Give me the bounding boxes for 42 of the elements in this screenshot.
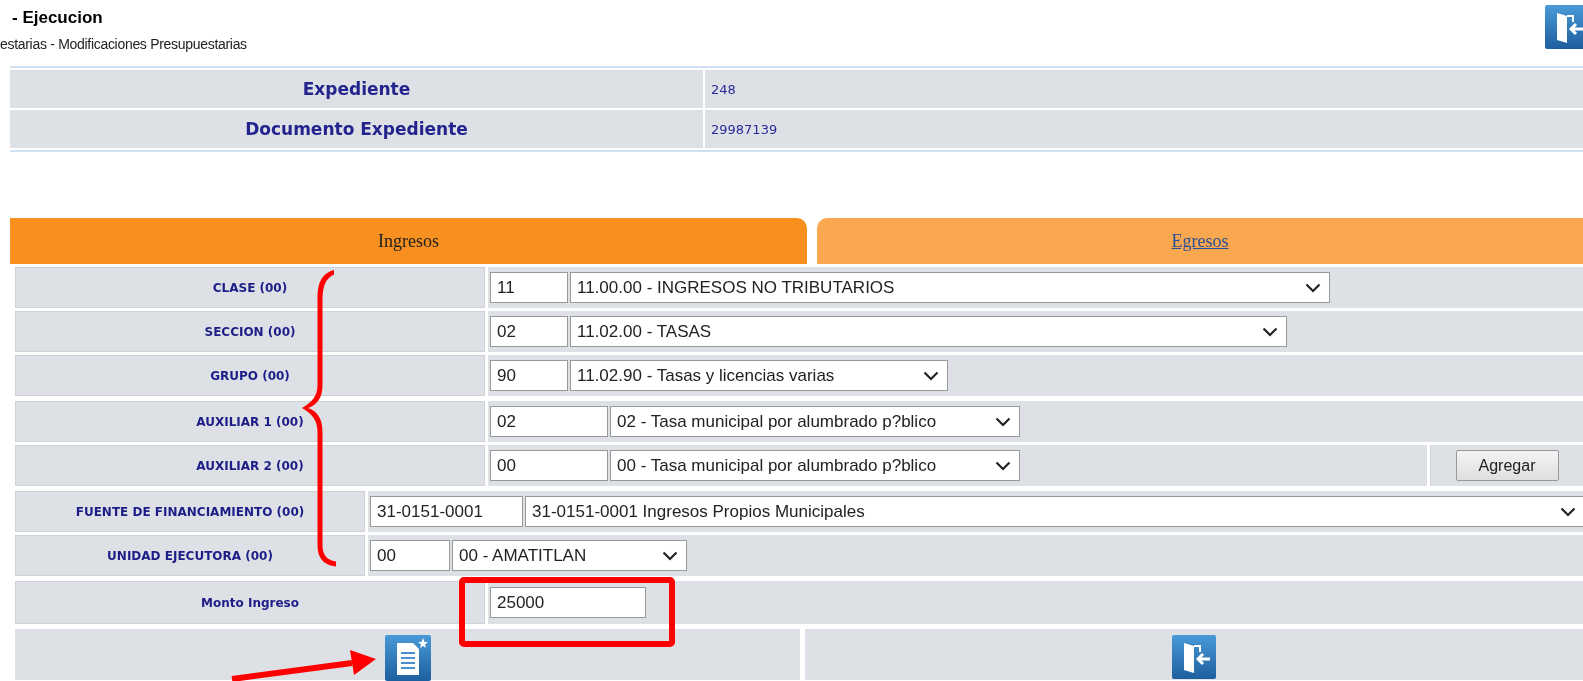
code-field[interactable]: 90 bbox=[490, 360, 568, 391]
dropdown[interactable]: 31-0151-0001 Ingresos Propios Municipales bbox=[525, 496, 1583, 527]
chevron-down-icon bbox=[1262, 326, 1278, 337]
field-label: Documento Expediente bbox=[10, 110, 703, 148]
code-field[interactable]: 00 bbox=[490, 450, 608, 481]
dropdown[interactable]: 00 - Tasa municipal por alumbrado p?blico bbox=[610, 450, 1020, 481]
chevron-down-icon bbox=[1560, 506, 1576, 517]
field-label: AUXILIAR 2 (00) bbox=[15, 445, 485, 486]
field-label: GRUPO (00) bbox=[15, 355, 485, 396]
field-value: 29987139 bbox=[705, 110, 1583, 148]
field-label: FUENTE DE FINANCIAMIENTO (00) bbox=[15, 491, 365, 532]
chevron-down-icon bbox=[995, 416, 1011, 427]
code-field[interactable]: 02 bbox=[490, 406, 608, 437]
code-field[interactable]: 31-0151-0001 bbox=[370, 496, 523, 527]
field-label: Expediente bbox=[10, 70, 703, 108]
dropdown[interactable]: 11.02.90 - Tasas y licencias varias bbox=[570, 360, 948, 391]
tab[interactable]: Ingresos bbox=[10, 218, 807, 264]
field-label: AUXILIAR 1 (00) bbox=[15, 401, 485, 442]
exit-door-icon[interactable] bbox=[1545, 5, 1583, 49]
tab[interactable]: Egresos bbox=[817, 218, 1583, 264]
field-value: 248 bbox=[705, 70, 1583, 108]
add-button[interactable]: Agregar bbox=[1455, 450, 1559, 481]
field-label: UNIDAD EJECUTORA (00) bbox=[15, 535, 365, 576]
chevron-down-icon bbox=[923, 370, 939, 381]
code-field[interactable]: 00 bbox=[370, 540, 450, 571]
dropdown[interactable]: 00 - AMATITLAN bbox=[452, 540, 687, 571]
chevron-down-icon bbox=[1305, 282, 1321, 293]
field-label: SECCION (00) bbox=[15, 311, 485, 352]
amount-field[interactable]: 25000 bbox=[490, 587, 646, 618]
field-label: Monto Ingreso bbox=[15, 581, 485, 624]
dropdown[interactable]: 11.02.00 - TASAS bbox=[570, 316, 1287, 347]
breadcrumb: estarias - Modificaciones Presupuestarias bbox=[0, 36, 247, 52]
chevron-down-icon bbox=[995, 460, 1011, 471]
page-title: - Ejecucion bbox=[12, 8, 104, 28]
new-document-icon[interactable] bbox=[384, 635, 431, 681]
field-label: CLASE (00) bbox=[15, 267, 485, 308]
dropdown[interactable]: 02 - Tasa municipal por alumbrado p?blico bbox=[610, 406, 1020, 437]
code-field[interactable]: 02 bbox=[490, 316, 568, 347]
code-field[interactable]: 11 bbox=[490, 272, 568, 303]
dropdown[interactable]: 11.00.00 - INGRESOS NO TRIBUTARIOS bbox=[570, 272, 1330, 303]
exit-door-icon[interactable] bbox=[1172, 635, 1216, 679]
chevron-down-icon bbox=[662, 550, 678, 561]
